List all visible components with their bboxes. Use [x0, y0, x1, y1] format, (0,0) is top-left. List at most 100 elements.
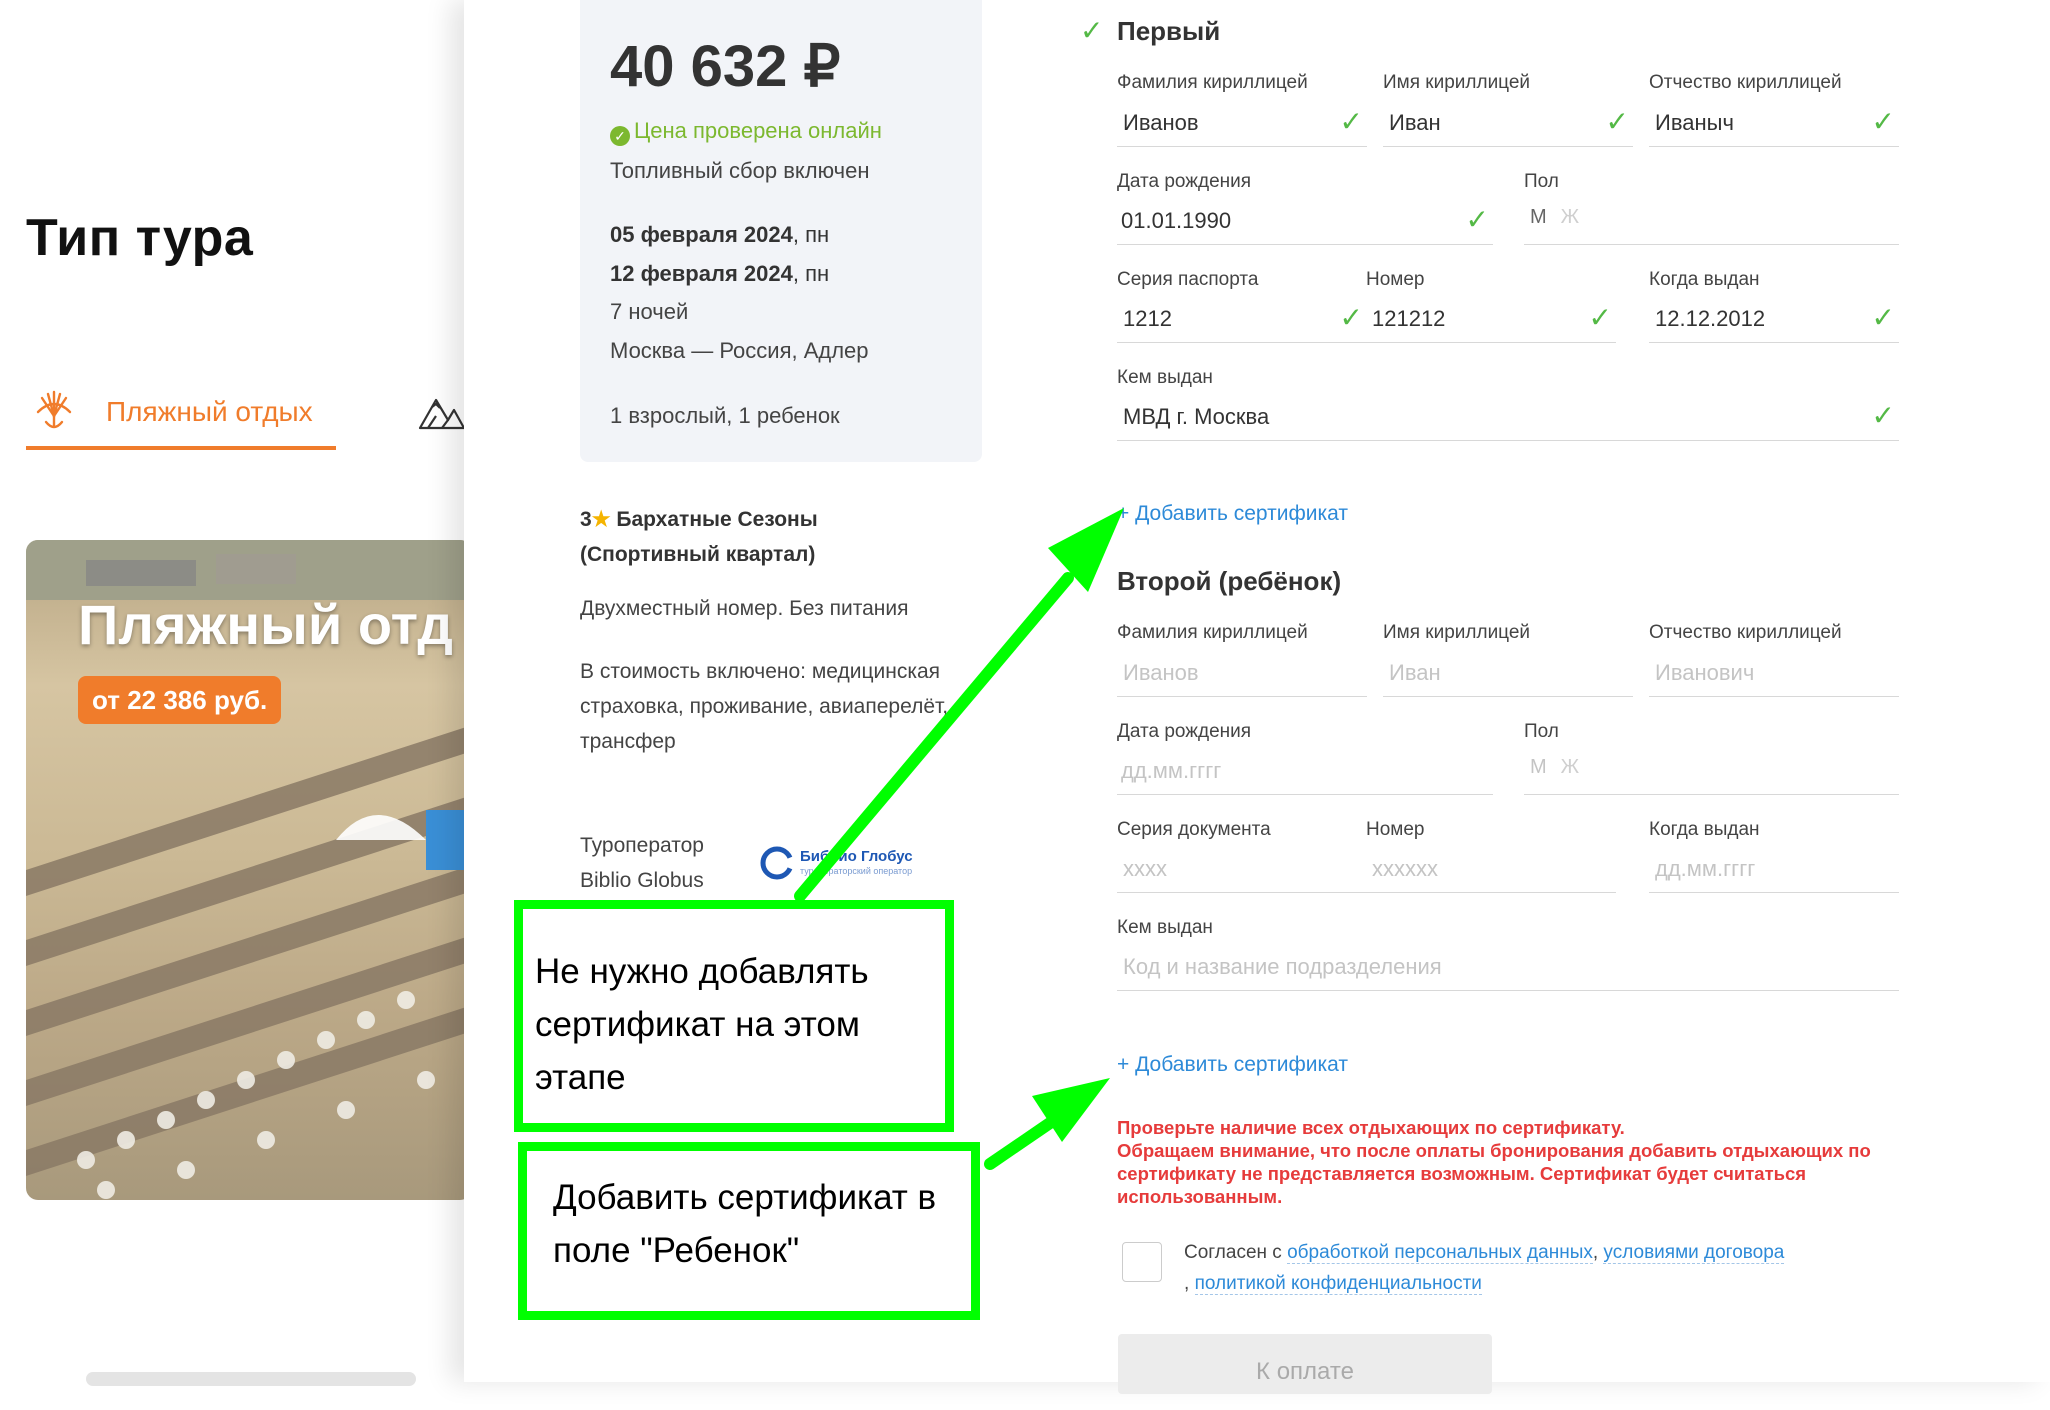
operator-info: Туроператор Biblio Globus [580, 828, 704, 898]
patronymic-input[interactable]: Иваныч ✓ [1649, 100, 1899, 147]
child-gender-label: Пол [1524, 721, 1559, 742]
annotation-note-top: Не нужно добавлять сертификат на этом эт… [514, 900, 954, 1132]
annotation-note-bottom: Добавить сертификат в поле "Ребенок" [518, 1142, 980, 1320]
date-from-value: 05 февраля 2024 [610, 222, 793, 247]
child-doc-number-input[interactable]: xxxxxx [1366, 846, 1616, 893]
nights-count: 7 ночей [610, 299, 689, 324]
valid-check-icon: ✓ [1605, 106, 1629, 137]
traveller-2-title: Второй (ребёнок) [1117, 566, 1342, 596]
add-certificate-link-2[interactable]: + Добавить сертификат [1117, 1053, 1348, 1077]
child-issued-by-input[interactable]: Код и название подразделения [1117, 944, 1899, 991]
gender-label: Пол [1524, 171, 1559, 192]
tab-beach-label: Пляжный отдых [106, 396, 313, 427]
pay-button-label: К оплате [1256, 1358, 1354, 1385]
child-gender-m-option[interactable]: М [1530, 756, 1547, 778]
passport-series-label: Серия паспорта [1117, 269, 1259, 290]
date-from-day: , пн [792, 222, 830, 247]
child-issued-date-input[interactable]: дд.мм.гггг [1649, 846, 1899, 893]
passport-number-label: Номер [1366, 269, 1425, 290]
date-to-day: , пн [792, 261, 830, 286]
child-name-input[interactable]: Иван [1383, 650, 1633, 697]
passengers-summary: 1 взрослый, 1 ребенок [610, 403, 840, 428]
passport-number-input[interactable]: 121212 ✓ [1366, 296, 1616, 343]
annotation-note-top-text: Не нужно добавлять сертификат на этом эт… [535, 952, 869, 1097]
price-checked-label: Цена проверена онлайн [634, 118, 882, 143]
child-patronymic-label: Отчество кириллицей [1649, 622, 1842, 643]
operator-logo: Библио Глобус туроператорский оператор [760, 842, 926, 882]
surname-label: Фамилия кириллицей [1117, 72, 1308, 93]
gender-f-option[interactable]: Ж [1561, 206, 1579, 228]
pay-button[interactable]: К оплате [1118, 1334, 1492, 1394]
section-complete-check-icon: ✓ [1080, 15, 1104, 46]
birth-date-label: Дата рождения [1117, 171, 1252, 192]
mountain-icon[interactable] [418, 388, 466, 432]
room-type: Двухместный номер. Без питания [580, 597, 909, 620]
globe-logo-icon [760, 846, 794, 880]
passport-series-input[interactable]: 1212 ✓ [1117, 296, 1367, 343]
issued-by-input[interactable]: МВД г. Москва ✓ [1117, 394, 1899, 441]
issued-date-input[interactable]: 12.12.2012 ✓ [1649, 296, 1899, 343]
traveller-1-title: Первый [1117, 16, 1221, 46]
surname-input[interactable]: Иванов ✓ [1117, 100, 1367, 147]
date-to: 12 февраля 2024, пн [610, 261, 829, 287]
issued-by-label: Кем выдан [1117, 367, 1213, 388]
consent-text: Согласен с обработкой персональных данны… [1184, 1242, 1785, 1295]
name-label: Имя кириллицей [1383, 72, 1531, 93]
child-doc-number-label: Номер [1366, 819, 1425, 840]
add-certificate-link-1[interactable]: + Добавить сертификат [1117, 502, 1348, 526]
tour-price: 40 632 ₽ [610, 34, 841, 99]
star-icon: ★ [591, 508, 611, 531]
route: Москва — Россия, Адлер [610, 338, 869, 363]
child-gender-selector[interactable]: МЖ [1524, 748, 1899, 795]
personal-data-link[interactable]: обработкой персональных данных [1287, 1242, 1593, 1264]
hotel-name-row: 3★ Бархатные Сезоны (Спортивный квартал) [580, 502, 960, 572]
privacy-policy-link[interactable]: политикой конфиденциальности [1194, 1273, 1482, 1295]
date-from: 05 февраля 2024, пн [610, 222, 829, 248]
operator-logo-text: Библио Глобус [800, 848, 913, 865]
hotel-name: Бархатные Сезоны (Спортивный квартал) [580, 508, 818, 566]
fuel-note: Топливный сбор включен [610, 158, 870, 183]
valid-check-icon: ✓ [1871, 106, 1895, 137]
valid-check-icon: ✓ [1871, 302, 1895, 333]
valid-check-icon: ✓ [1339, 106, 1363, 137]
gender-selector[interactable]: МЖ [1524, 198, 1899, 245]
contract-terms-link[interactable]: условиями договора [1603, 1242, 1785, 1264]
birth-date-input[interactable]: 01.01.1990 ✓ [1117, 198, 1493, 245]
child-birth-date-input[interactable]: дд.мм.гггг [1117, 748, 1493, 795]
child-patronymic-input[interactable]: Иванович [1649, 650, 1899, 697]
valid-check-icon: ✓ [1339, 302, 1363, 333]
child-doc-series-label: Серия документа [1117, 819, 1271, 840]
promo-card-beach[interactable]: Пляжный отд от 22 386 руб. [26, 540, 472, 1200]
valid-check-icon: ✓ [1588, 302, 1612, 333]
consent-checkbox[interactable] [1122, 1242, 1162, 1282]
background-page: Тип тура Пляжный отдых Пляжный отд от 22… [0, 0, 472, 1386]
name-input[interactable]: Иван ✓ [1383, 100, 1633, 147]
promo-title: Пляжный отд [78, 593, 453, 656]
child-issued-date-label: Когда выдан [1649, 819, 1760, 840]
promo-price-badge: от 22 386 руб. [78, 676, 282, 724]
included-services: В стоимость включено: медицинская страхо… [580, 660, 949, 753]
warning-line-2: Обращаем внимание, что после оплаты брон… [1117, 1140, 1871, 1207]
operator-logo-subtitle: туроператорский оператор [800, 866, 913, 876]
tab-beach-holiday[interactable]: Пляжный отдых [26, 380, 336, 450]
child-name-label: Имя кириллицей [1383, 622, 1531, 643]
valid-check-icon: ✓ [1871, 400, 1895, 431]
operator-label: Туроператор [580, 834, 704, 857]
sun-shell-icon [36, 390, 72, 429]
child-gender-f-option[interactable]: Ж [1561, 756, 1579, 778]
operator-name: Biblio Globus [580, 869, 704, 892]
child-birth-date-label: Дата рождения [1117, 721, 1252, 742]
tour-type-heading: Тип тура [26, 209, 254, 267]
price-checked-row: ✓ Цена проверена онлайн [610, 118, 882, 146]
annotation-note-bottom-text: Добавить сертификат в поле "Ребенок" [553, 1178, 937, 1270]
issued-date-label: Когда выдан [1649, 269, 1760, 290]
child-doc-series-input[interactable]: xxxx [1117, 846, 1367, 893]
patronymic-label: Отчество кириллицей [1649, 72, 1842, 93]
warning-line-1: Проверьте наличие всех отдыхающих по сер… [1117, 1117, 1625, 1138]
child-surname-label: Фамилия кириллицей [1117, 622, 1308, 643]
hotel-stars: 3 [580, 508, 592, 531]
check-circle-icon: ✓ [610, 126, 630, 146]
gender-m-option[interactable]: М [1530, 206, 1547, 228]
child-surname-input[interactable]: Иванов [1117, 650, 1367, 697]
valid-check-icon: ✓ [1465, 204, 1489, 235]
